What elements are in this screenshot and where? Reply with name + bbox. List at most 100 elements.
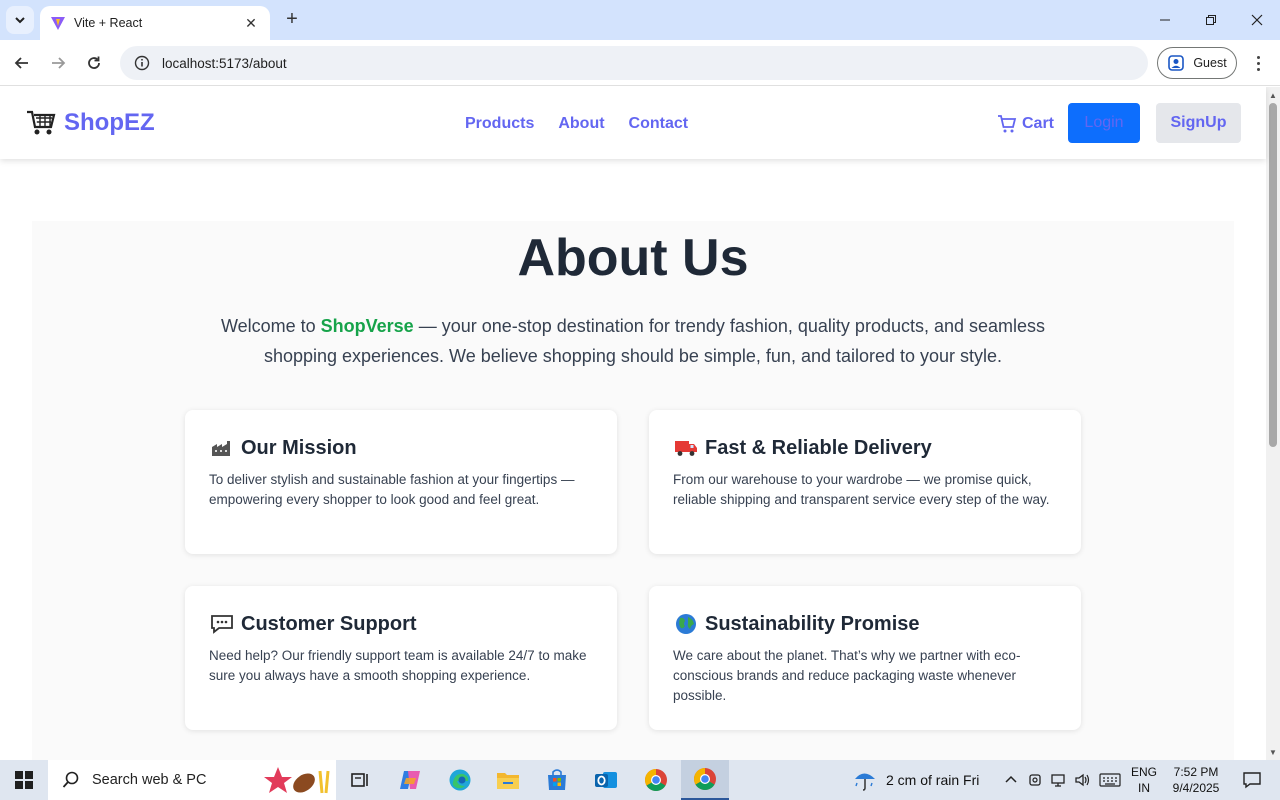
profile-icon: [1168, 55, 1185, 71]
signup-button[interactable]: SignUp: [1156, 103, 1241, 143]
reload-button[interactable]: [80, 49, 108, 77]
vite-logo-icon: [51, 17, 65, 30]
intro-prefix: Welcome to: [220, 316, 321, 336]
clock[interactable]: 7:52 PM 9/4/2025: [1166, 764, 1226, 796]
browser-tab-bar: Vite + React ✕ +: [0, 0, 1280, 40]
site-navbar: ShopEZ Products About Contact Cart Login…: [0, 87, 1266, 159]
taskbar-outlook[interactable]: [582, 760, 630, 800]
main-nav: Products About Contact: [465, 115, 688, 133]
page-viewport: ShopEZ Products About Contact Cart Login…: [0, 87, 1280, 760]
region-code: IN: [1138, 781, 1150, 795]
start-button[interactable]: [0, 760, 48, 800]
network-icon: [1051, 774, 1065, 787]
copilot-icon: [400, 771, 420, 789]
taskbar-search[interactable]: Search web & PC: [48, 760, 336, 800]
card-body: To deliver stylish and sustainable fashi…: [209, 472, 575, 507]
taskbar-copilot[interactable]: [386, 760, 434, 800]
speech-bubble-icon: [209, 612, 235, 636]
close-window-button[interactable]: [1234, 0, 1280, 40]
windows-taskbar: Search web & PC 2 cm of rain Fri ENG IN …: [0, 760, 1280, 800]
minimize-button[interactable]: [1142, 0, 1188, 40]
back-button[interactable]: [8, 49, 36, 77]
card-title: Customer Support: [241, 612, 417, 635]
globe-icon: [673, 612, 699, 636]
windows-logo-icon: [15, 771, 33, 789]
cart-link[interactable]: Cart: [997, 114, 1054, 134]
nav-contact[interactable]: Contact: [629, 115, 689, 133]
clock-time: 7:52 PM: [1173, 765, 1219, 779]
forward-button[interactable]: [44, 49, 72, 77]
card-body: From our warehouse to your wardrobe — we…: [673, 472, 1050, 507]
intro-brand: ShopVerse: [320, 316, 414, 336]
address-bar[interactable]: localhost:5173/about: [120, 46, 1148, 80]
language-indicator[interactable]: ENG IN: [1126, 764, 1162, 796]
factory-icon: [209, 436, 235, 460]
site-info-icon[interactable]: [134, 55, 150, 71]
weather-widget[interactable]: 2 cm of rain Fri: [852, 760, 979, 800]
page-scrollbar[interactable]: ▲ ▼: [1266, 87, 1280, 760]
scroll-down-arrow-icon[interactable]: ▼: [1266, 744, 1280, 760]
card-title: Our Mission: [241, 436, 357, 459]
restore-button[interactable]: [1188, 0, 1234, 40]
scroll-thumb[interactable]: [1269, 103, 1277, 447]
login-button[interactable]: Login: [1068, 103, 1140, 143]
chrome-icon: [694, 768, 716, 790]
nav-products[interactable]: Products: [465, 115, 534, 133]
notification-center-button[interactable]: [1232, 760, 1272, 800]
taskbar-edge[interactable]: [436, 760, 484, 800]
store-icon: [548, 769, 566, 790]
nav-about[interactable]: About: [558, 115, 604, 133]
taskbar-chrome-active[interactable]: [681, 760, 729, 800]
reload-icon: [88, 56, 100, 69]
close-tab-icon[interactable]: ✕: [242, 15, 260, 32]
folder-icon: [497, 773, 519, 789]
browser-tab[interactable]: Vite + React ✕: [40, 6, 270, 40]
chevron-up-icon: [1005, 775, 1017, 783]
browser-toolbar: localhost:5173/about Guest: [0, 40, 1280, 86]
edge-icon: [449, 769, 471, 791]
tray-overflow-button[interactable]: [1000, 760, 1022, 800]
card-title: Fast & Reliable Delivery: [705, 436, 932, 459]
clock-date: 9/4/2025: [1172, 781, 1220, 795]
card-body: Need help? Our friendly support team is …: [209, 648, 587, 683]
profile-button[interactable]: Guest: [1157, 47, 1237, 79]
brand-name: ShopEZ: [64, 109, 155, 136]
tray-volume[interactable]: [1072, 760, 1094, 800]
chrome-icon: [645, 769, 667, 791]
taskbar-store[interactable]: [533, 760, 581, 800]
card-body: We care about the planet. That’s why we …: [673, 648, 1021, 703]
card-support: Customer Support Need help? Our friendly…: [185, 586, 617, 730]
page-title: About Us: [517, 229, 749, 287]
tray-meet-now[interactable]: [1024, 760, 1046, 800]
taskbar-file-explorer[interactable]: [484, 760, 532, 800]
tray-network[interactable]: [1048, 760, 1070, 800]
volume-icon: [1075, 773, 1090, 787]
close-icon: [1251, 14, 1263, 26]
browser-menu-button[interactable]: [1250, 51, 1266, 75]
card-sustainability: Sustainability Promise We care about the…: [649, 586, 1081, 730]
tray-keyboard[interactable]: [1097, 760, 1123, 800]
language-code: ENG: [1130, 765, 1157, 779]
outlook-icon: [595, 772, 617, 788]
card-delivery: Fast & Reliable Delivery From our wareho…: [649, 410, 1081, 554]
weather-text: 2 cm of rain Fri: [886, 772, 980, 788]
arrow-right-icon: [52, 57, 66, 69]
search-highlight-icon: [264, 767, 330, 794]
new-tab-button[interactable]: +: [280, 8, 304, 32]
keyboard-icon: [1099, 773, 1121, 787]
tab-search-button[interactable]: [6, 6, 34, 34]
url-text: localhost:5173/about: [162, 55, 287, 71]
taskbar-chrome[interactable]: [632, 760, 680, 800]
brand-logo[interactable]: ShopEZ: [26, 109, 155, 137]
task-view-button[interactable]: [336, 760, 384, 800]
notification-icon: [1243, 772, 1261, 789]
cart-icon: [998, 115, 1017, 133]
card-title: Sustainability Promise: [705, 612, 920, 635]
rain-umbrella-icon: [855, 773, 875, 791]
arrow-left-icon: [14, 57, 28, 69]
camera-icon: [1029, 774, 1041, 786]
search-placeholder: Search web & PC: [92, 772, 207, 788]
shopping-cart-logo-icon: [27, 110, 56, 135]
scroll-up-arrow-icon[interactable]: ▲: [1266, 87, 1280, 103]
tab-title: Vite + React: [74, 16, 143, 30]
